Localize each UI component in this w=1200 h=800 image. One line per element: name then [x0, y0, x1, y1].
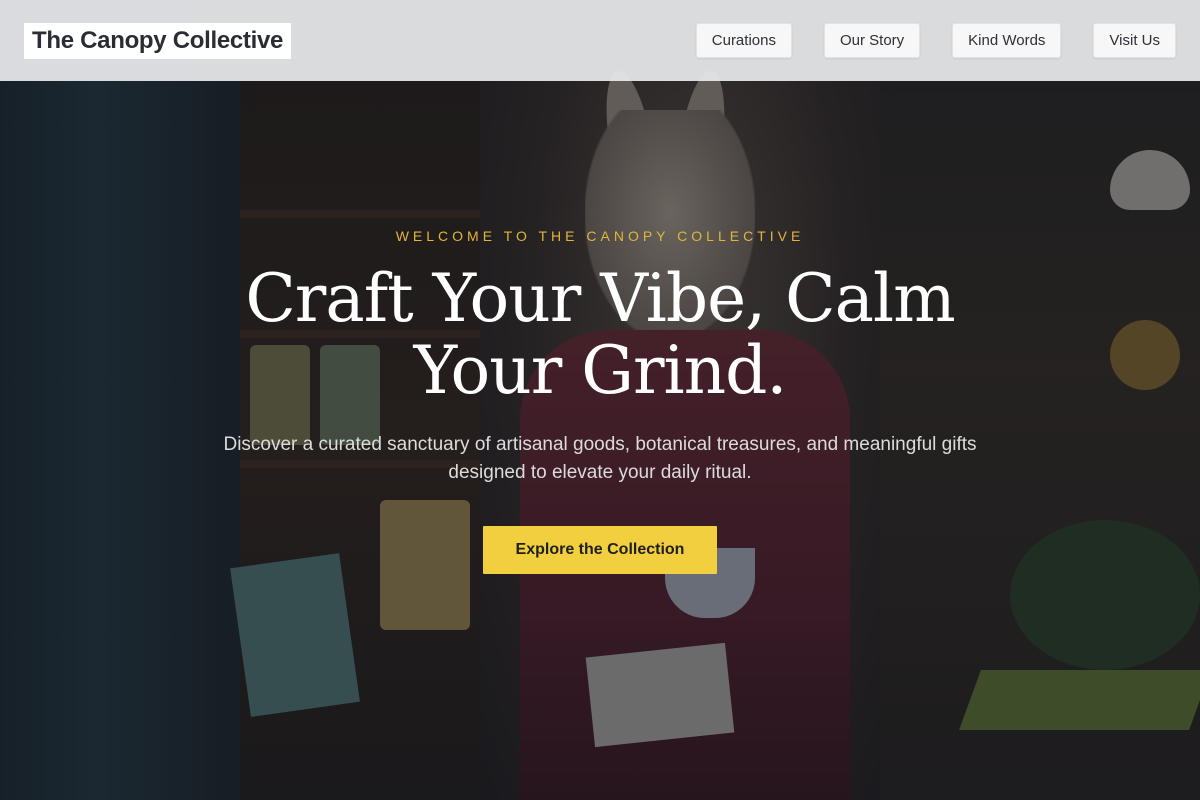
site-header: The Canopy Collective Curations Our Stor… [0, 0, 1200, 81]
hero-section: WELCOME TO THE CANOPY COLLECTIVE Craft Y… [0, 81, 1200, 800]
brand-logo[interactable]: The Canopy Collective [24, 22, 292, 59]
explore-collection-button[interactable]: Explore the Collection [483, 526, 717, 574]
nav-visit-us-button[interactable]: Visit Us [1093, 23, 1176, 58]
hero-headline: Craft Your Vibe, Calm Your Grind. [245, 260, 955, 409]
nav-curations-button[interactable]: Curations [695, 23, 792, 58]
hero-eyebrow: WELCOME TO THE CANOPY COLLECTIVE [395, 228, 805, 244]
hero-subtext: Discover a curated sanctuary of artisana… [223, 434, 977, 483]
main-nav: Curations Our Story Kind Words Visit Us [695, 23, 1176, 58]
nav-kind-words-button[interactable]: Kind Words [952, 23, 1062, 58]
nav-our-story-button[interactable]: Our Story [823, 23, 921, 58]
